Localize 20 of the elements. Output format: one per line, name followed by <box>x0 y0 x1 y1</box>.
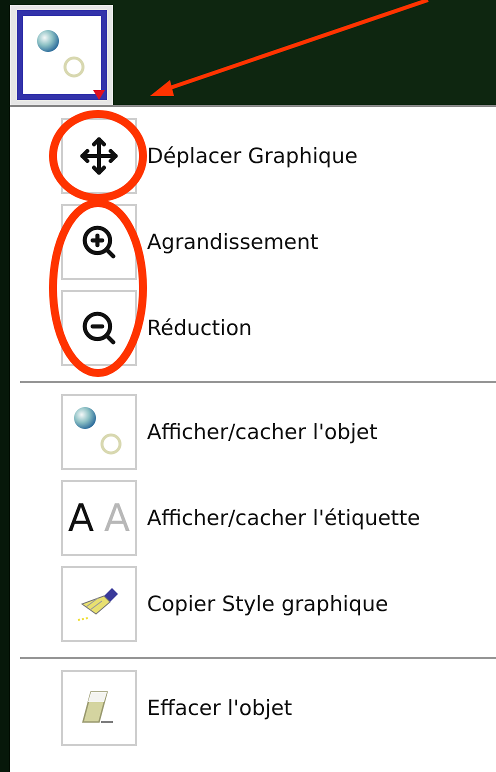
menu-item-label: Agrandissement <box>147 230 318 254</box>
menu-item[interactable]: Agrandissement <box>10 199 496 285</box>
menu-item[interactable]: Afficher/cacher l'objet <box>10 389 496 475</box>
menu-item-label: Effacer l'objet <box>147 696 292 720</box>
menu-item[interactable]: Réduction <box>10 285 496 371</box>
label-letter: A <box>104 499 130 537</box>
tool-button[interactable] <box>16 10 106 100</box>
menu-item[interactable]: A A Afficher/cacher l'étiquette <box>10 475 496 561</box>
menu-item[interactable]: Copier Style graphique <box>10 561 496 647</box>
zoom-out-icon <box>80 309 118 347</box>
menu-item-label: Afficher/cacher l'objet <box>147 420 378 444</box>
menu-item-label: Réduction <box>147 316 252 340</box>
label-letter: A <box>68 499 94 537</box>
menu-item[interactable]: Déplacer Graphique <box>10 113 496 199</box>
zoom-in-icon <box>80 223 118 261</box>
menu-item-label: Copier Style graphique <box>147 592 388 616</box>
menu-item-label: Afficher/cacher l'étiquette <box>147 506 420 530</box>
menu-item-label: Déplacer Graphique <box>147 144 358 168</box>
menu-item[interactable]: Effacer l'objet <box>10 665 496 751</box>
move-icon <box>79 136 119 176</box>
